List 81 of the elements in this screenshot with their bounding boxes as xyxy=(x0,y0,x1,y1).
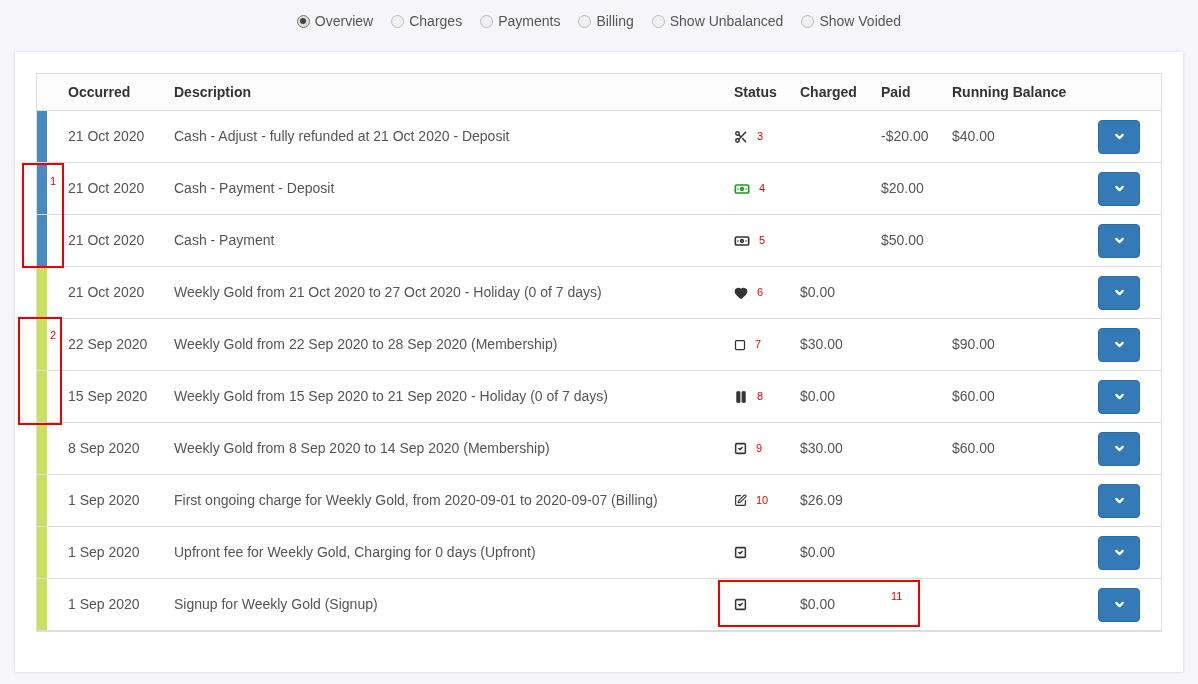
column-header: Charged xyxy=(800,82,858,102)
radio-button[interactable] xyxy=(578,14,592,28)
column-header: Occurred xyxy=(67,82,132,102)
annotation-number: 7 xyxy=(755,337,762,353)
table-cell: $0.00 xyxy=(800,596,836,612)
table-cell: $20.00 xyxy=(881,180,924,196)
annotation-number: 11 xyxy=(891,591,903,602)
table-cell: 1 Sep 2020 xyxy=(68,596,140,612)
expand-button[interactable] xyxy=(1098,535,1140,570)
table-cell: 1 Sep 2020 xyxy=(68,544,140,560)
annotation-number: 9 xyxy=(756,441,763,457)
annotation-number: 8 xyxy=(757,389,764,405)
checked-square-icon xyxy=(734,546,747,559)
table-cell: Weekly Gold from 21 Oct 2020 to 27 Oct 2020 - Holiday (0 of 7 days) xyxy=(174,284,602,300)
pause-icon xyxy=(734,389,748,404)
radio-label[interactable]: Overview xyxy=(314,10,374,32)
annotation-number: 3 xyxy=(757,129,764,145)
radio-label[interactable]: Payments xyxy=(498,10,561,32)
table-cell: Cash - Payment - Deposit xyxy=(174,180,335,196)
table-cell: $0.00 xyxy=(800,284,836,300)
radio-button[interactable] xyxy=(391,14,405,28)
expand-button[interactable] xyxy=(1098,275,1140,310)
expand-button[interactable] xyxy=(1098,431,1140,466)
table-cell: 22 Sep 2020 xyxy=(68,336,148,352)
annotation-number: 10 xyxy=(756,493,769,509)
table-cell: First ongoing charge for Weekly Gold, from 2020-09-01 to 2020-09-07 (Billing) xyxy=(174,492,658,508)
table-cell: Weekly Gold from 8 Sep 2020 to 14 Sep 2020 (Membership) xyxy=(174,440,550,456)
table-cell: $60.00 xyxy=(952,440,995,456)
radio-label[interactable]: Billing xyxy=(596,10,634,32)
radio-label[interactable]: Show Unbalanced xyxy=(669,10,784,32)
column-header: Status xyxy=(734,82,778,102)
radio-button[interactable] xyxy=(651,14,665,28)
annotation-number: 6 xyxy=(757,285,764,301)
table-cell: 8 Sep 2020 xyxy=(68,440,140,456)
table-cell: Cash - Adjust - fully refunded at 21 Oct 2020 - Deposit xyxy=(174,128,510,144)
radio-label[interactable]: Show Voided xyxy=(819,10,902,32)
table-cell: Weekly Gold from 22 Sep 2020 to 28 Sep 2020 (Membership) xyxy=(174,336,558,352)
table-cell: $60.00 xyxy=(952,388,995,404)
expand-button[interactable] xyxy=(1098,119,1140,154)
expand-button[interactable] xyxy=(1098,327,1140,362)
table-cell: $40.00 xyxy=(952,128,995,144)
table-cell: $50.00 xyxy=(881,232,924,248)
expand-button[interactable] xyxy=(1098,587,1140,622)
table-cell: Cash - Payment xyxy=(174,232,275,248)
edit-square-icon xyxy=(734,494,747,507)
table-cell: 21 Oct 2020 xyxy=(68,128,145,144)
radio-button[interactable] xyxy=(801,14,815,28)
expand-button[interactable] xyxy=(1098,171,1140,206)
table-cell: 1 Sep 2020 xyxy=(68,492,140,508)
table-cell: 15 Sep 2020 xyxy=(68,388,148,404)
table-cell: 21 Oct 2020 xyxy=(68,232,145,248)
scissors-icon xyxy=(734,129,748,144)
table-cell: $0.00 xyxy=(800,388,836,404)
radio-label[interactable]: Charges xyxy=(409,10,463,32)
checked-square-icon xyxy=(734,442,747,455)
table-cell: -$20.00 xyxy=(881,128,929,144)
radio-button[interactable] xyxy=(296,14,310,28)
table-cell: $30.00 xyxy=(800,440,843,456)
annotation-number: 2 xyxy=(50,330,57,341)
table-cell: $26.09 xyxy=(800,492,843,508)
square-icon xyxy=(734,338,746,351)
table-cell: 21 Oct 2020 xyxy=(68,284,145,300)
table-cell: Signup for Weekly Gold (Signup) xyxy=(174,596,378,612)
expand-button[interactable] xyxy=(1098,483,1140,518)
column-header: Running Balance xyxy=(952,82,1068,102)
heart-icon xyxy=(734,285,748,300)
annotation-number: 1 xyxy=(50,176,57,187)
table-cell: $30.00 xyxy=(800,336,843,352)
table-cell: 21 Oct 2020 xyxy=(68,180,145,196)
expand-button[interactable] xyxy=(1098,379,1140,414)
table-cell: $0.00 xyxy=(800,544,836,560)
column-header: Description xyxy=(174,82,252,102)
table-cell: $90.00 xyxy=(952,336,995,352)
radio-button[interactable] xyxy=(480,14,494,28)
annotation-number: 4 xyxy=(759,181,766,197)
column-header: Paid xyxy=(881,82,912,102)
table-cell: Upfront fee for Weekly Gold, Charging for 0 days (Upfront) xyxy=(174,544,536,560)
annotation-number: 5 xyxy=(759,233,766,249)
table-cell: Weekly Gold from 15 Sep 2020 to 21 Sep 2020 - Holiday (0 of 7 days) xyxy=(174,388,608,404)
expand-button[interactable] xyxy=(1098,223,1140,258)
checked-square-icon xyxy=(734,598,747,611)
